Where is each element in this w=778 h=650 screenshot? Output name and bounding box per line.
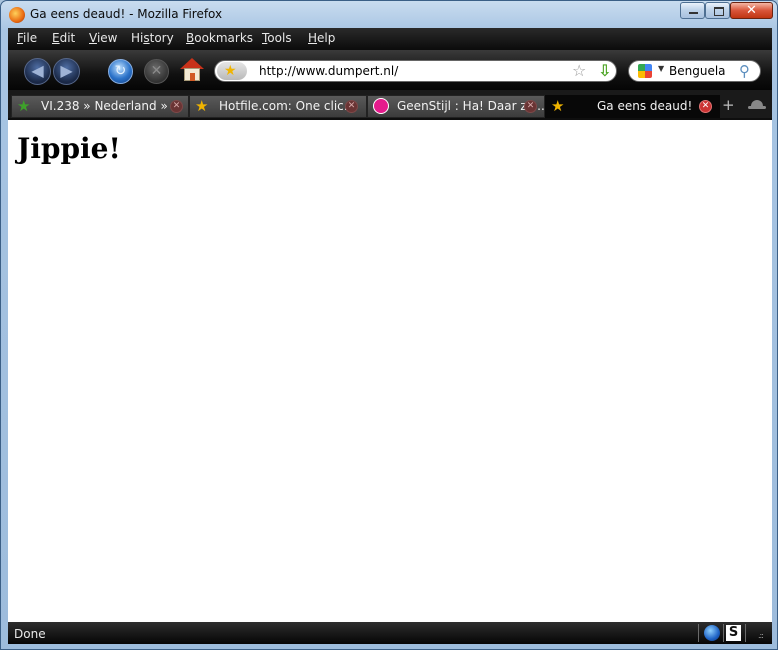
chevron-down-icon[interactable]: ▼ <box>658 64 664 73</box>
tab-close-button[interactable]: ✕ <box>699 100 712 113</box>
page-heading: Jippie! <box>17 132 121 165</box>
menu-bookmarks[interactable]: Bookmarks <box>186 31 253 45</box>
browser-chrome: File Edit View History Bookmarks Tools H… <box>8 28 772 120</box>
menu-view[interactable]: View <box>89 31 117 45</box>
geenstijl-icon <box>373 98 389 114</box>
arrow-down-icon[interactable]: ⇩ <box>598 61 611 80</box>
window-title: Ga eens deaud! - Mozilla Firefox <box>30 7 223 21</box>
url-bar[interactable]: ★ http://www.dumpert.nl/ ☆ ⇩ <box>214 60 617 82</box>
globe-icon[interactable] <box>704 625 720 641</box>
hat-icon-brim <box>748 106 766 109</box>
minimize-icon <box>689 12 698 14</box>
reload-button[interactable]: ↻ <box>108 59 133 84</box>
status-separator <box>723 624 724 642</box>
tab-active[interactable]: ★ Ga eens deaud! ✕ <box>545 95 720 118</box>
menu-edit[interactable]: Edit <box>52 31 75 45</box>
menu-tools-label: Tools <box>262 31 292 45</box>
reload-icon: ↻ <box>114 63 127 79</box>
magnifier-icon[interactable]: ⚲ <box>739 61 750 81</box>
search-input[interactable]: Benguela <box>669 64 726 78</box>
search-bar[interactable]: ▼ Benguela ⚲ <box>628 60 761 82</box>
google-icon[interactable] <box>638 64 652 78</box>
tab-geenstijl[interactable]: GeenStijl : Ha! Daar zij... ✕ <box>367 95 545 118</box>
menu-help[interactable]: Help <box>308 31 335 45</box>
browser-window: Ga eens deaud! - Mozilla Firefox ✕ File … <box>0 0 778 650</box>
firefox-icon <box>9 7 25 23</box>
star-icon: ★ <box>224 63 237 79</box>
tab-list-button[interactable] <box>748 96 766 114</box>
minimize-button[interactable] <box>680 2 705 19</box>
stop-icon: ✕ <box>150 63 163 79</box>
menu-file-label: File <box>17 31 38 45</box>
tab-label: Ga eens deaud! <box>597 99 693 113</box>
menu-edit-label: Edit <box>52 31 76 45</box>
tab-close-button[interactable]: ✕ <box>345 100 358 113</box>
forward-button[interactable]: ▶ <box>53 58 80 85</box>
tab-close-button[interactable]: ✕ <box>170 100 183 113</box>
tab-vi[interactable]: ★ VI.238 » Nederland » ... ✕ <box>11 95 189 118</box>
status-text: Done <box>14 627 46 641</box>
tab-close-button[interactable]: ✕ <box>524 100 537 113</box>
maximize-button[interactable] <box>705 2 730 19</box>
menu-view-label: View <box>89 31 118 45</box>
close-window-button[interactable]: ✕ <box>730 2 773 19</box>
star-green-icon: ★ <box>17 97 31 115</box>
menu-bar: File Edit View History Bookmarks Tools H… <box>8 28 772 50</box>
home-button[interactable] <box>180 58 204 84</box>
close-icon: ✕ <box>746 3 757 18</box>
star-icon: ★ <box>551 97 565 115</box>
status-separator <box>745 624 746 642</box>
new-tab-button[interactable]: + <box>722 97 735 113</box>
stop-button[interactable]: ✕ <box>144 59 169 84</box>
home-icon-door <box>190 73 195 81</box>
star-icon: ★ <box>195 97 209 115</box>
menu-history[interactable]: History <box>131 31 174 45</box>
tab-label: VI.238 » Nederland » ... <box>41 99 184 113</box>
url-input[interactable]: http://www.dumpert.nl/ <box>259 64 398 78</box>
page-content: Jippie! <box>8 120 772 622</box>
menu-help-label: Help <box>308 31 336 45</box>
arrow-left-icon: ◀ <box>31 61 44 80</box>
status-bar: Done S .:: <box>8 622 772 644</box>
plus-icon: + <box>722 96 735 114</box>
status-separator <box>698 624 699 642</box>
star-outline-icon[interactable]: ☆ <box>572 62 586 80</box>
menu-bookmarks-label: Bookmarks <box>186 31 254 45</box>
navigation-toolbar: ◀ ▶ ↻ ✕ ★ http://www.dumpert.nl/ ☆ ⇩ ▼ B… <box>8 50 772 90</box>
resize-grip-icon[interactable]: .:: <box>758 632 764 640</box>
arrow-right-icon: ▶ <box>60 61 73 80</box>
tab-bar: ★ VI.238 » Nederland » ... ✕ ★ Hotfile.c… <box>8 90 772 118</box>
menu-file[interactable]: File <box>17 31 37 45</box>
site-identity-button[interactable]: ★ <box>217 62 247 80</box>
s-icon[interactable]: S <box>726 625 741 641</box>
title-bar[interactable]: Ga eens deaud! - Mozilla Firefox ✕ <box>1 1 777 28</box>
back-button[interactable]: ◀ <box>24 58 51 85</box>
menu-tools[interactable]: Tools <box>262 31 292 45</box>
tab-label: GeenStijl : Ha! Daar zij... <box>397 99 545 113</box>
maximize-icon <box>714 7 724 16</box>
menu-history-label: History <box>131 31 174 45</box>
tab-hotfile[interactable]: ★ Hotfile.com: One clic... ✕ <box>189 95 367 118</box>
tab-label: Hotfile.com: One clic... <box>219 99 356 113</box>
